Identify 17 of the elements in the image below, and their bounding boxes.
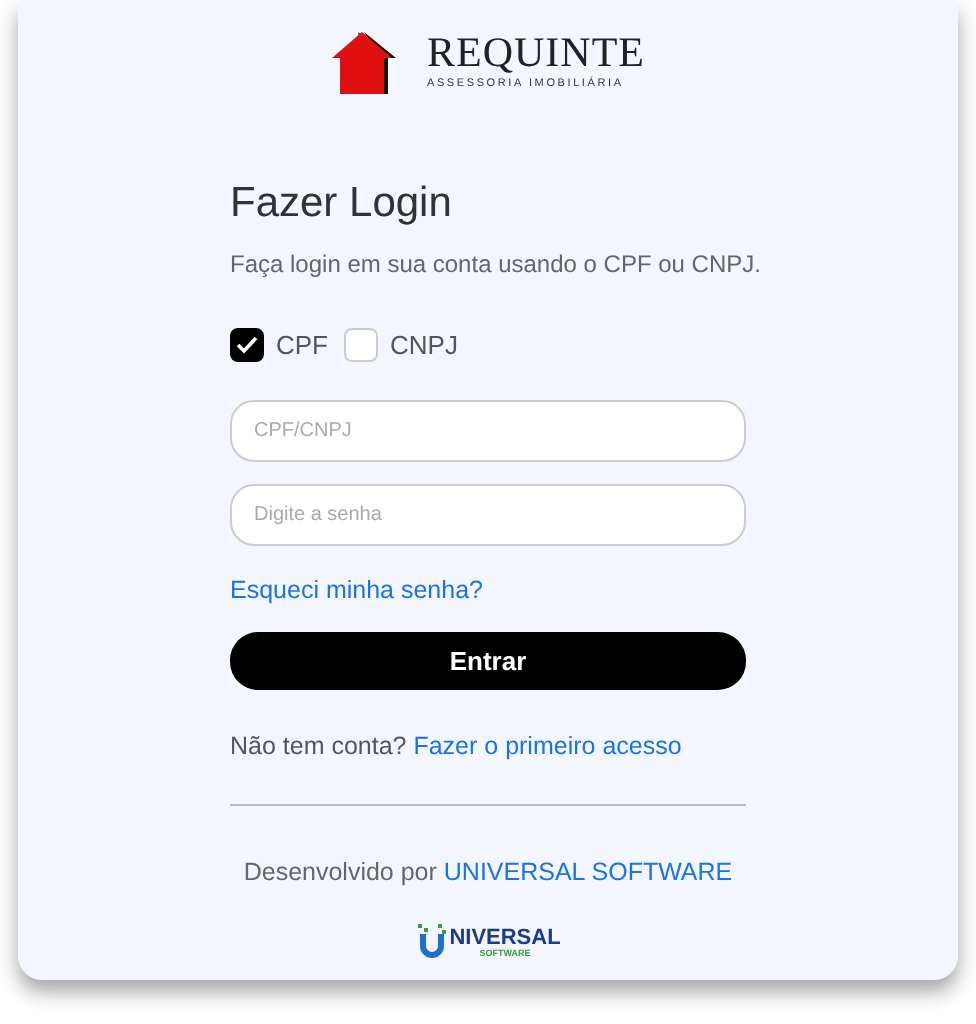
password-field[interactable]: Digite a senha (230, 483, 746, 546)
login-subtitle: Faça login em sua conta usando o CPF ou CNPJ. (230, 248, 761, 283)
developer-link[interactable]: UNIVERSAL SOFTWARE (443, 858, 733, 887)
checkbox-label: CPF (276, 328, 328, 365)
signup-prompt: Não tem conta? (230, 732, 409, 761)
developer-credit: Desenvolvido por UNIVERSAL SOFTWARE (241, 856, 735, 891)
login-title: Fazer Login (230, 180, 454, 227)
checkbox-label: CNPJ (390, 328, 458, 365)
u-logo-icon (415, 923, 448, 960)
checkbox[interactable] (230, 328, 264, 363)
first-access-link[interactable]: Fazer o primeiro acesso (413, 732, 682, 761)
forgot-password-link[interactable]: Esqueci minha senha? (230, 575, 483, 604)
check-icon (236, 336, 258, 355)
developer-logo-name: NIVERSAL (449, 928, 561, 951)
brand-name: REQUINTE (427, 32, 645, 75)
login-button[interactable]: Entrar (230, 632, 746, 691)
document-field[interactable]: CPF/CNPJ (230, 399, 746, 462)
